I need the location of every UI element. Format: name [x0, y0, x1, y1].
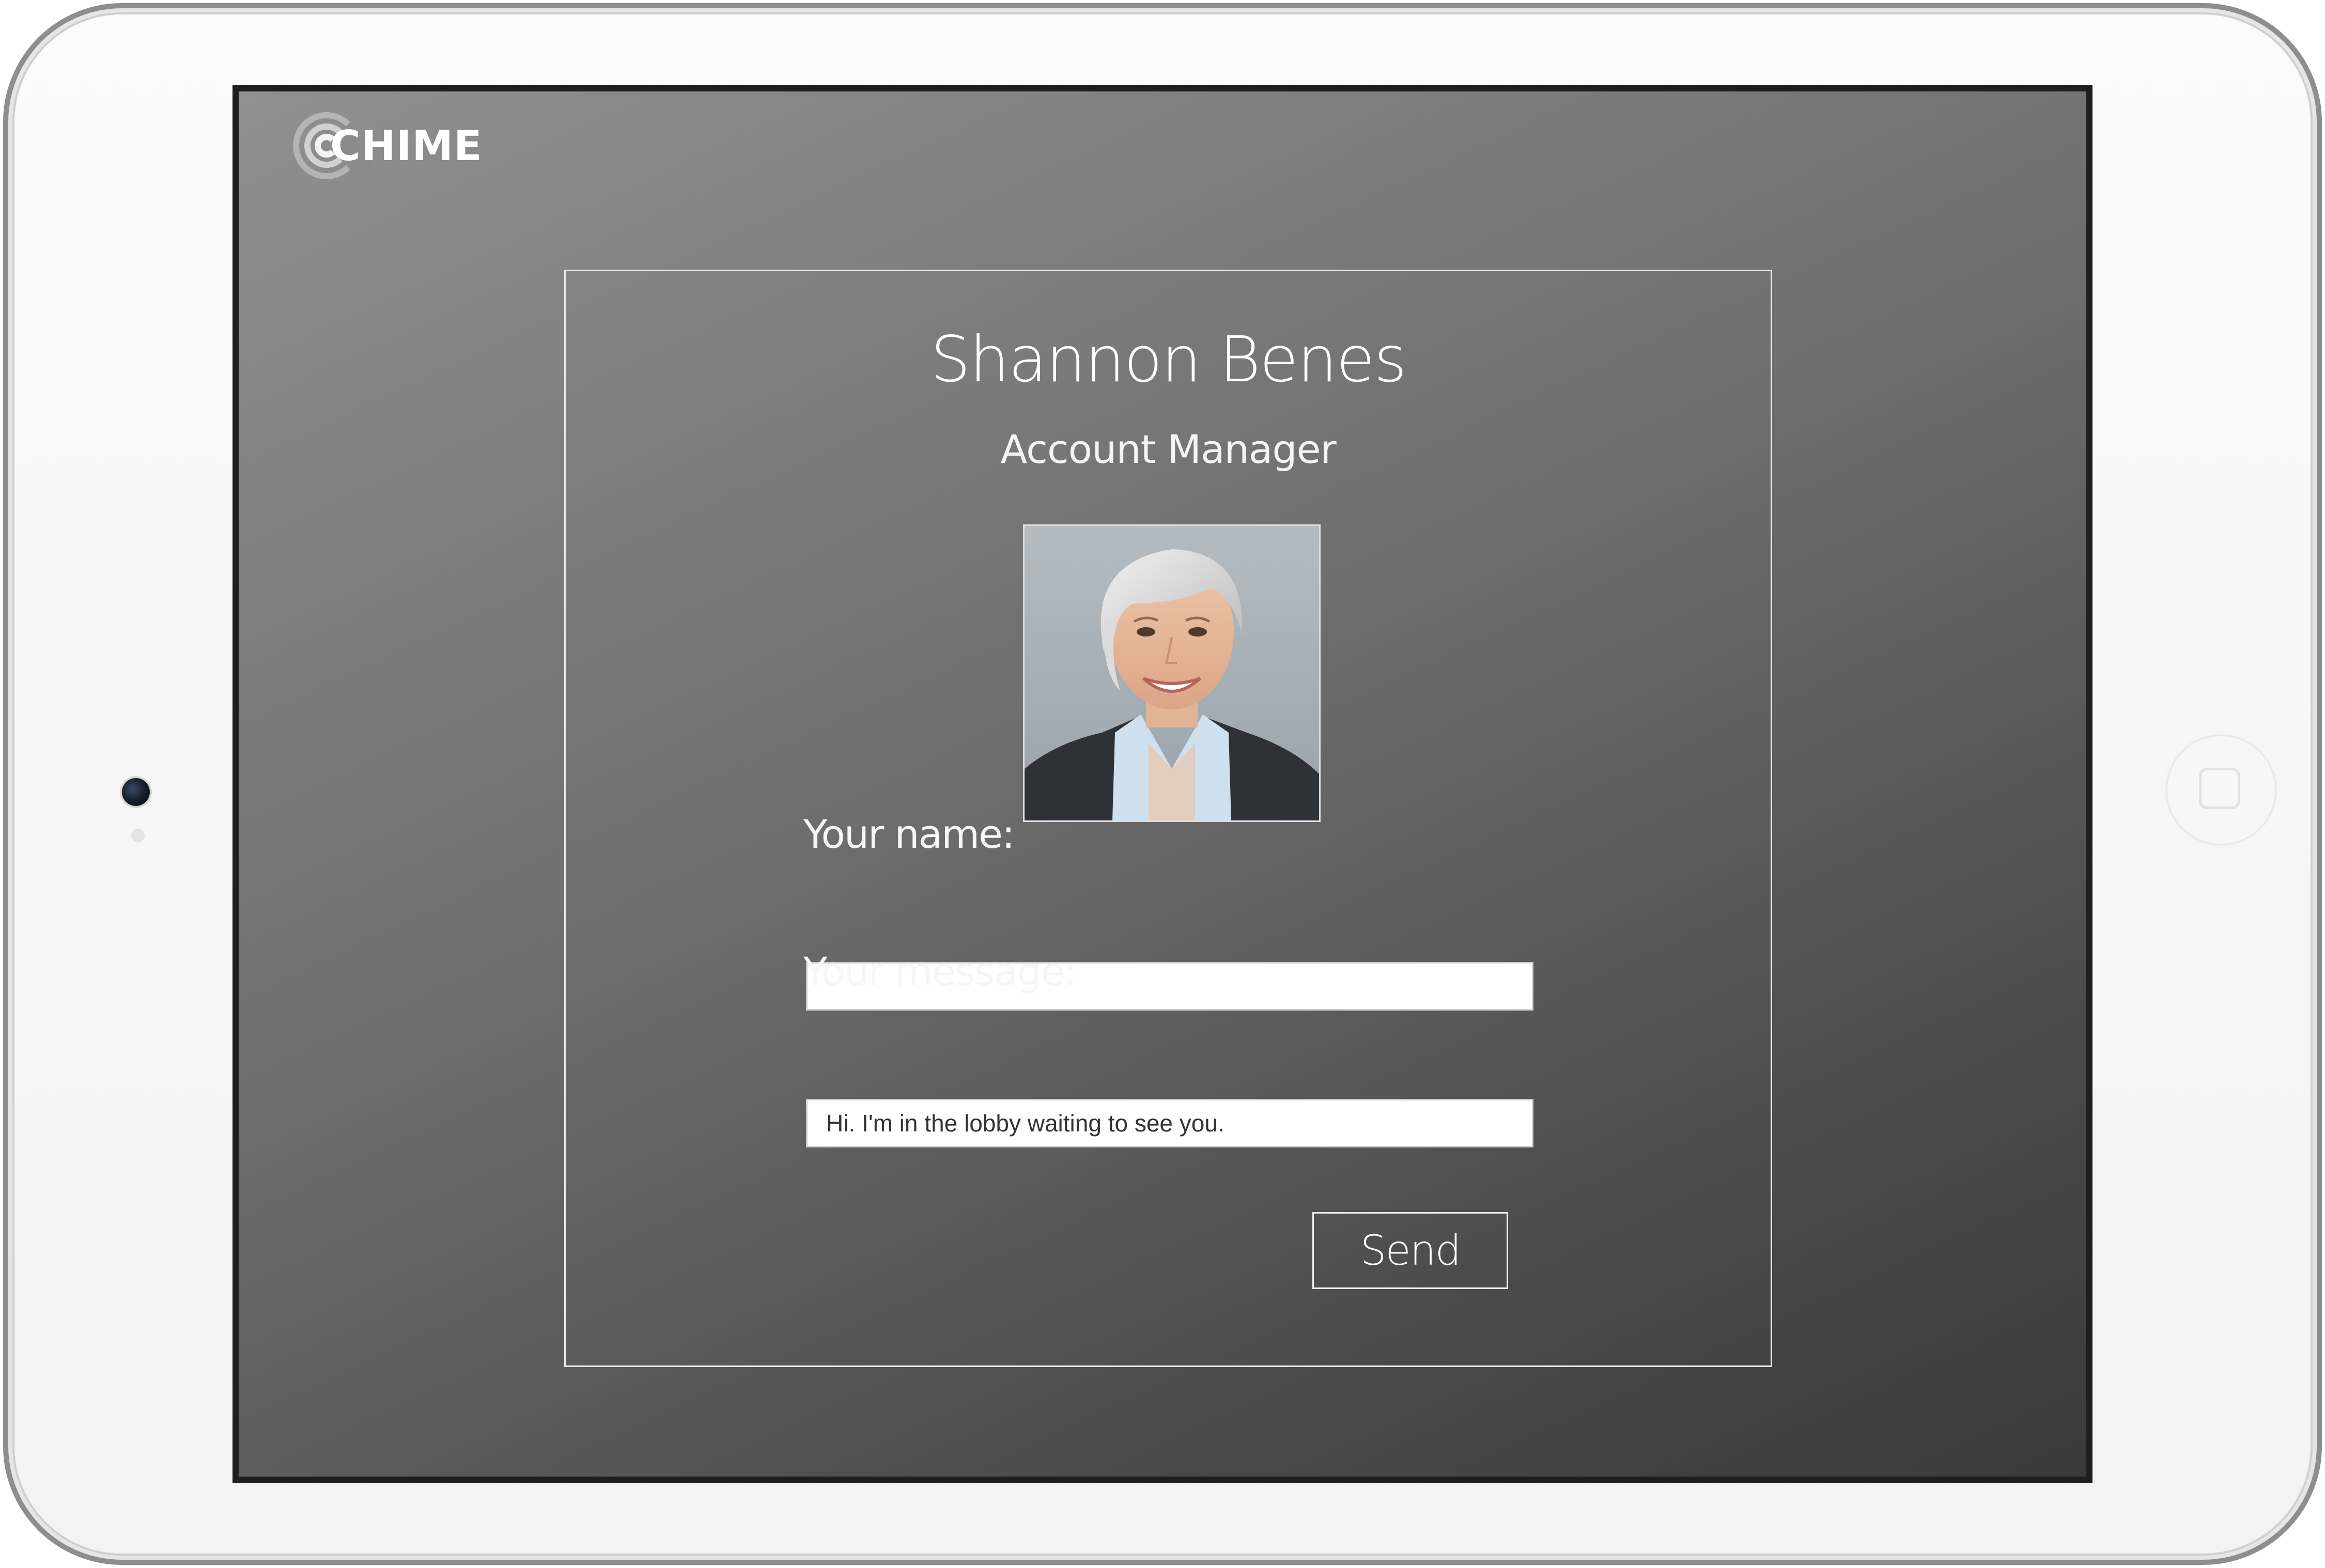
chime-logo-icon: [293, 112, 360, 179]
contact-name: Shannon Benes: [931, 323, 1407, 396]
front-camera-icon: [122, 778, 150, 806]
contact-card: Shannon Benes Account Manager Your name:…: [564, 270, 1772, 1367]
contact-photo: [1023, 524, 1321, 822]
chime-logo: CHIME: [293, 104, 483, 187]
sensor-dot: [131, 829, 145, 842]
contact-title: Account Manager: [1000, 426, 1336, 472]
message-field-label: Your message:: [803, 949, 1077, 995]
name-field-label: Your name:: [803, 811, 1015, 857]
app-screen: CHIME Shannon Benes Account Manager Your…: [233, 85, 2092, 1483]
home-square-icon: [2199, 768, 2240, 809]
send-button[interactable]: Send: [1312, 1212, 1508, 1289]
contact-photo-image: [1025, 526, 1319, 820]
home-button[interactable]: [2166, 735, 2276, 845]
message-input[interactable]: [806, 1099, 1533, 1147]
